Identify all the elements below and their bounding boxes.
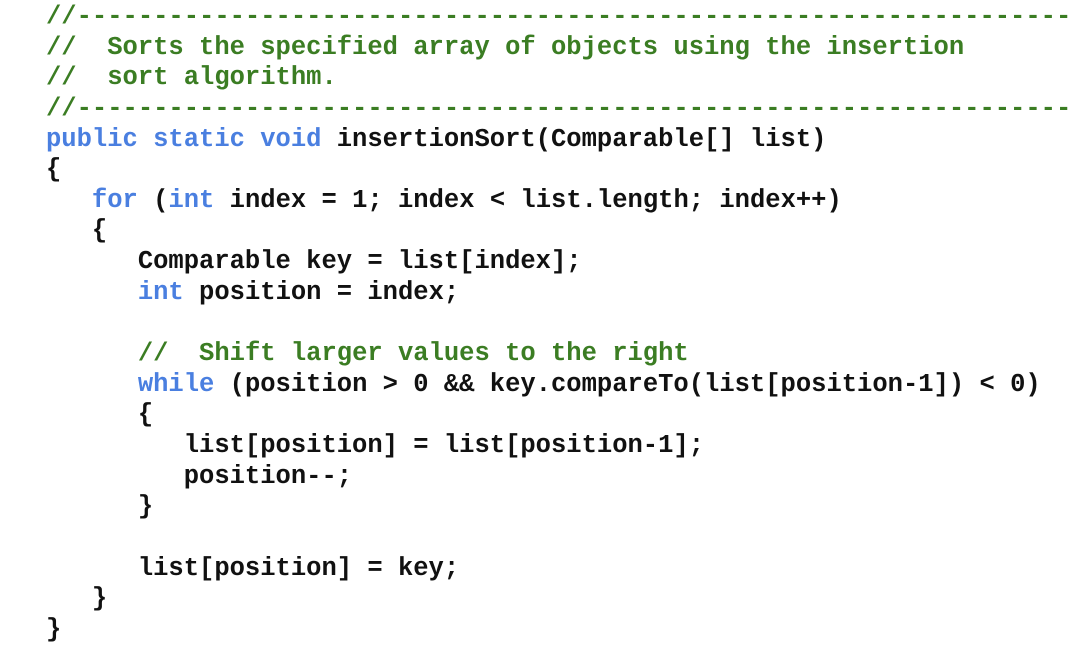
code-token: { — [46, 216, 108, 246]
code-line: public static void insertionSort(Compara… — [46, 125, 1071, 156]
code-line: while (position > 0 && key.compareTo(lis… — [46, 370, 1071, 401]
code-token: position = index; — [183, 277, 460, 307]
code-line: int position = index; — [46, 278, 1071, 309]
code-line: { — [46, 216, 1071, 247]
code-line: //--------------------------------------… — [46, 2, 1071, 33]
code-line: list[position] = key; — [46, 554, 1071, 585]
code-line: { — [46, 400, 1071, 431]
code-token: insertionSort(Comparable[] list) — [336, 124, 827, 154]
comment-token: // Sorts the specified array of objects … — [46, 32, 965, 62]
code-line: Comparable key = list[index]; — [46, 247, 1071, 278]
code-listing: //--------------------------------------… — [46, 2, 1071, 645]
keyword-token: int — [168, 185, 215, 215]
code-line: // Shift larger values to the right — [46, 339, 1071, 370]
code-line: //--------------------------------------… — [46, 94, 1071, 125]
keyword-token: for — [91, 185, 138, 215]
code-line: { — [46, 155, 1071, 186]
code-token: position--; — [46, 461, 353, 491]
code-line: position--; — [46, 462, 1071, 493]
code-line: } — [46, 615, 1071, 646]
keyword-token: while — [137, 369, 215, 399]
code-token: list[position] = list[position-1]; — [46, 430, 705, 460]
code-line: // sort algorithm. — [46, 63, 1071, 94]
code-line: } — [46, 584, 1071, 615]
code-line: // Sorts the specified array of objects … — [46, 33, 1071, 64]
code-token: } — [46, 492, 154, 522]
comment-token: //--------------------------------------… — [46, 93, 1072, 123]
code-token: list[position] = key; — [46, 553, 460, 583]
comment-token: // Shift larger values to the right — [137, 339, 689, 369]
code-token: ( — [137, 185, 169, 215]
comment-token: // sort algorithm. — [46, 63, 337, 93]
code-token: } — [46, 614, 62, 644]
code-line: } — [46, 492, 1071, 523]
code-token: (position > 0 && key.compareTo(list[posi… — [214, 369, 1041, 399]
keyword-token: public static void — [46, 124, 337, 154]
code-token: { — [46, 155, 62, 185]
code-token: index = 1; index < list.length; index++) — [214, 185, 842, 215]
code-line: for (int index = 1; index < list.length;… — [46, 186, 1071, 217]
code-token: } — [46, 584, 108, 614]
code-line: list[position] = list[position-1]; — [46, 431, 1071, 462]
comment-token: //--------------------------------------… — [46, 2, 1072, 31]
code-token: { — [46, 400, 154, 430]
code-token: Comparable key = list[index]; — [46, 247, 582, 277]
keyword-token: int — [137, 277, 184, 307]
